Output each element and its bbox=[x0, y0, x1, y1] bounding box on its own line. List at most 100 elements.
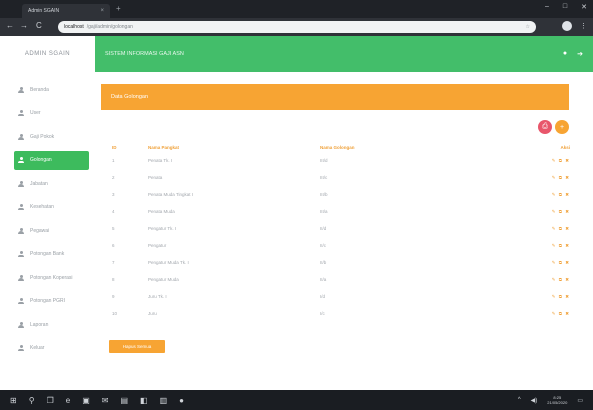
cell-pangkat: Penata bbox=[148, 175, 163, 180]
sidebar-item-potongan-pgri[interactable]: Potongan PGRI bbox=[14, 292, 89, 311]
row-action-icons[interactable]: ✎ ⧉ ✖ bbox=[552, 294, 570, 299]
col-header-id: ID bbox=[112, 144, 117, 150]
clock-date: 21/05/2020 bbox=[547, 400, 568, 405]
toolbar-right: ⋮ bbox=[562, 21, 587, 31]
table-row: 3 Penata Muda Tingkat I III/b ✎ ⧉ ✖ bbox=[112, 186, 570, 203]
maximize-icon[interactable]: □ bbox=[563, 3, 567, 11]
close-tab-icon[interactable]: × bbox=[100, 8, 104, 14]
taskbar-app-editor-icon[interactable]: ◧ bbox=[140, 396, 148, 405]
minimize-icon[interactable]: – bbox=[545, 3, 549, 11]
delete-all-button[interactable]: Hapus Semua bbox=[109, 340, 165, 353]
address-host: localhost bbox=[64, 24, 84, 30]
cell-id: 2 bbox=[112, 175, 115, 180]
taskbar-app-edge-icon[interactable]: e bbox=[66, 396, 70, 405]
row-action-icons[interactable]: ✎ ⧉ ✖ bbox=[552, 209, 570, 214]
table-row: 5 Pengatur Tk. I II/d ✎ ⧉ ✖ bbox=[112, 220, 570, 237]
row-action-icons[interactable]: ✎ ⧉ ✖ bbox=[552, 158, 570, 163]
taskbar-app-mail-icon[interactable]: ✉ bbox=[102, 396, 109, 405]
add-golongan-button[interactable]: + bbox=[555, 120, 569, 134]
print-button[interactable]: ⎙ bbox=[538, 120, 552, 134]
table-row: 8 Pengatur Muda II/a ✎ ⧉ ✖ bbox=[112, 271, 570, 288]
table-row: 4 Penata Muda III/a ✎ ⧉ ✖ bbox=[112, 203, 570, 220]
new-tab-icon[interactable]: + bbox=[116, 4, 121, 13]
row-action-icons[interactable]: ✎ ⧉ ✖ bbox=[552, 226, 570, 231]
back-icon[interactable]: ← bbox=[6, 21, 14, 30]
address-bar[interactable]: localhost /gaji/admin/golongan ☆ bbox=[58, 21, 536, 33]
close-window-icon[interactable]: ✕ bbox=[581, 3, 587, 11]
sidebar-item-user[interactable]: User bbox=[14, 104, 89, 123]
cell-aksi: ✎ ⧉ ✖ bbox=[540, 152, 570, 169]
user-icon bbox=[18, 345, 24, 351]
sidebar-item-pegawai[interactable]: Pegawai bbox=[14, 221, 89, 240]
cell-id: 5 bbox=[112, 226, 115, 231]
taskbar-app-chrome-icon[interactable]: ● bbox=[179, 396, 184, 405]
sidebar-item-kesehatan[interactable]: Kesehatan bbox=[14, 198, 89, 217]
sidebar-item-label: Pegawai bbox=[30, 227, 50, 234]
user-icon bbox=[18, 204, 24, 210]
sidebar-item-potongan-koperasi[interactable]: Potongan Koperasi bbox=[14, 268, 89, 287]
cell-pangkat: Pengatur Muda Tk. I bbox=[148, 260, 189, 265]
row-action-icons[interactable]: ✎ ⧉ ✖ bbox=[552, 175, 570, 180]
user-icon bbox=[18, 251, 24, 257]
browser-tab-bar: Admin SGAIN × + – □ ✕ bbox=[0, 0, 593, 18]
sidebar-item-beranda[interactable]: Beranda bbox=[14, 80, 89, 99]
cell-id: 6 bbox=[112, 243, 115, 248]
table-row: 9 Juru Tk. I I/d ✎ ⧉ ✖ bbox=[112, 288, 570, 305]
forward-icon[interactable]: → bbox=[20, 21, 28, 30]
table-row: 6 Pengatur II/c ✎ ⧉ ✖ bbox=[112, 237, 570, 254]
browser-tab[interactable]: Admin SGAIN × bbox=[22, 4, 110, 18]
browser-toolbar: ← → C localhost /gaji/admin/golongan ☆ ⋮ bbox=[0, 18, 593, 36]
sidebar-item-keluar[interactable]: Keluar bbox=[14, 339, 89, 358]
row-action-icons[interactable]: ✎ ⧉ ✖ bbox=[552, 260, 570, 265]
cell-pangkat: Pengatur Tk. I bbox=[148, 226, 177, 231]
system-tray: ^ ◀) 8:25 21/05/2020 ▭ bbox=[518, 395, 583, 405]
profile-avatar-icon[interactable] bbox=[562, 21, 572, 31]
sidebar-item-label: Golongan bbox=[30, 157, 52, 163]
cell-pangkat: Penata Tk. I bbox=[148, 158, 173, 163]
sidebar-item-laporan[interactable]: Laporan bbox=[14, 315, 89, 334]
row-action-icons[interactable]: ✎ ⧉ ✖ bbox=[552, 277, 570, 282]
sidebar-item-golongan[interactable]: Golongan bbox=[14, 150, 89, 170]
cell-aksi: ✎ ⧉ ✖ bbox=[540, 288, 570, 305]
panel-header: Data Golongan bbox=[101, 84, 569, 110]
sidebar-item-label: Jabatan bbox=[30, 180, 48, 187]
task-view-icon[interactable]: ❐ bbox=[47, 396, 54, 405]
sidebar-item-label: Keluar bbox=[30, 345, 45, 351]
cell-golongan: III/c bbox=[320, 175, 328, 180]
cell-id: 3 bbox=[112, 192, 115, 197]
taskbar-app-store-icon[interactable]: ▣ bbox=[82, 396, 90, 405]
panel-title: Data Golongan bbox=[111, 94, 148, 100]
address-path: /gaji/admin/golongan bbox=[86, 24, 133, 30]
start-icon[interactable]: ⊞ bbox=[10, 396, 17, 405]
cell-golongan: III/a bbox=[320, 209, 328, 214]
user-icon[interactable]: ● bbox=[563, 50, 567, 58]
table-row: 10 Juru I/c ✎ ⧉ ✖ bbox=[112, 305, 570, 322]
row-action-icons[interactable]: ✎ ⧉ ✖ bbox=[552, 311, 570, 316]
tray-expand-icon[interactable]: ^ bbox=[518, 397, 521, 403]
notification-icon[interactable]: ▭ bbox=[577, 397, 583, 404]
taskbar-app-explorer-icon[interactable]: ▤ bbox=[120, 396, 128, 405]
sidebar-item-label: Potongan PGRI bbox=[30, 298, 66, 304]
user-icon bbox=[18, 157, 24, 163]
cell-aksi: ✎ ⧉ ✖ bbox=[540, 237, 570, 254]
table-row: 1 Penata Tk. I III/d ✎ ⧉ ✖ bbox=[112, 152, 570, 169]
volume-icon[interactable]: ◀) bbox=[531, 397, 538, 404]
row-action-icons[interactable]: ✎ ⧉ ✖ bbox=[552, 192, 570, 197]
logout-icon[interactable]: ➔ bbox=[577, 50, 583, 58]
sidebar-item-potongan-bank[interactable]: Potongan Bank bbox=[14, 245, 89, 264]
search-icon[interactable]: ⚲ bbox=[29, 396, 35, 405]
reload-icon[interactable]: C bbox=[36, 21, 42, 30]
cell-aksi: ✎ ⧉ ✖ bbox=[540, 220, 570, 237]
row-action-icons[interactable]: ✎ ⧉ ✖ bbox=[552, 243, 570, 248]
bookmark-star-icon[interactable]: ☆ bbox=[526, 24, 530, 30]
cell-pangkat: Juru Tk. I bbox=[148, 294, 167, 299]
sidebar-item-gaji-pokok[interactable]: Gaji Pokok bbox=[14, 127, 89, 146]
sidebar-menu: Beranda User Gaji Pokok Golongan Jabatan Kese… bbox=[0, 80, 95, 358]
cell-aksi: ✎ ⧉ ✖ bbox=[540, 169, 570, 186]
menu-dots-icon[interactable]: ⋮ bbox=[580, 22, 587, 30]
taskbar-app-office-icon[interactable]: ▥ bbox=[160, 396, 168, 405]
sidebar-item-label: Potongan Bank bbox=[30, 251, 65, 257]
clock[interactable]: 8:25 21/05/2020 bbox=[547, 395, 567, 405]
sidebar-item-jabatan[interactable]: Jabatan bbox=[14, 174, 89, 193]
user-icon bbox=[18, 110, 24, 116]
